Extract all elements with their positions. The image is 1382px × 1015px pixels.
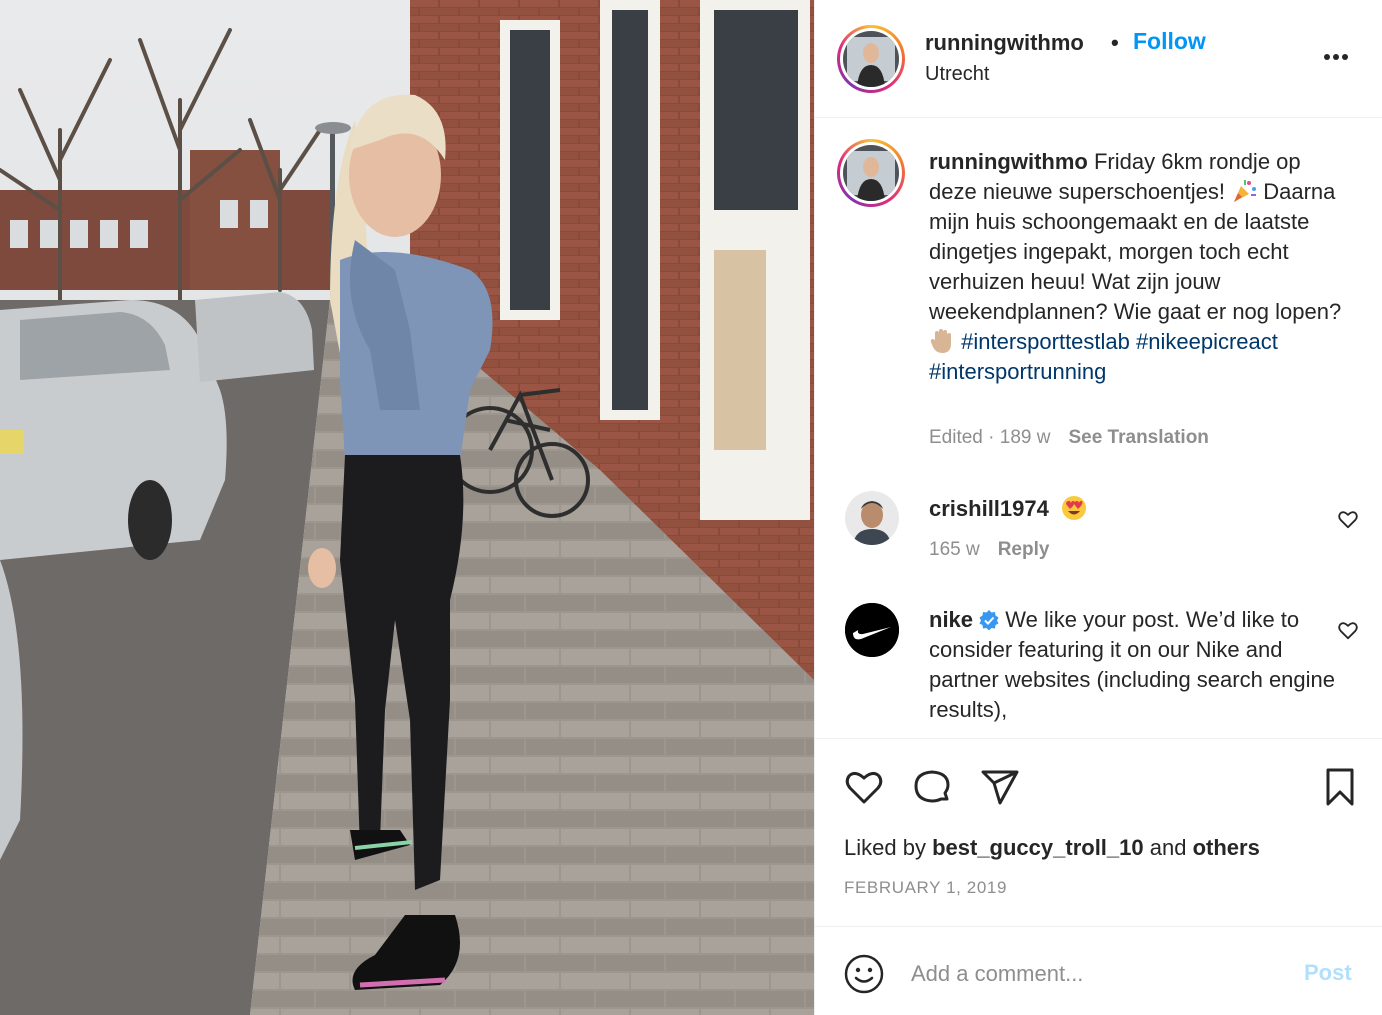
profile-avatar[interactable] (837, 25, 905, 93)
post-actions: Liked by best_guccy_troll_10 and others … (815, 738, 1382, 926)
post-side-panel: runningwithmo • Follow Utrecht runningwi… (814, 0, 1382, 1015)
comment-username[interactable]: crishill1974 (929, 496, 1049, 521)
nike-logo-icon (845, 603, 899, 657)
raised-hand-icon (930, 329, 951, 353)
comment-icon[interactable] (911, 766, 953, 808)
add-comment-bar: Post (815, 926, 1382, 1015)
post-photo[interactable] (0, 0, 814, 1015)
caption-meta: Edited · 189 w See Translation (929, 427, 1209, 449)
emoji-icon[interactable] (843, 953, 885, 995)
header-location[interactable]: Utrecht (925, 63, 989, 86)
see-translation-button[interactable]: See Translation (1068, 427, 1208, 448)
liked-and: and (1149, 835, 1187, 860)
post-photo-illustration (0, 0, 814, 1015)
caption-avatar[interactable] (837, 139, 905, 207)
comment-like-icon[interactable] (1337, 508, 1359, 530)
comment-like-icon[interactable] (1337, 619, 1359, 641)
post-caption: runningwithmo Friday 6km rondje op deze … (929, 147, 1349, 387)
comment-username[interactable]: nike (929, 607, 973, 632)
verified-badge-icon (979, 610, 999, 630)
header-username[interactable]: runningwithmo (925, 30, 1084, 56)
caption-username[interactable]: runningwithmo (929, 149, 1088, 174)
comment-avatar[interactable] (845, 491, 899, 545)
caption-timestamp: Edited · 189 w (929, 427, 1051, 448)
comment-nike: nike We like your post. We’d like to con… (929, 605, 1339, 725)
comment-avatar[interactable] (845, 603, 899, 657)
hashtag-link[interactable]: #intersporttestlab (961, 329, 1130, 354)
comments-list[interactable]: runningwithmo Friday 6km rondje op deze … (815, 119, 1382, 738)
comment-input[interactable] (911, 954, 1281, 994)
avatar-photo (843, 145, 899, 201)
more-icon[interactable] (1321, 42, 1351, 72)
reply-button[interactable]: Reply (998, 539, 1050, 560)
header-separator: • (1111, 30, 1119, 55)
party-popper-icon (1234, 180, 1257, 202)
liked-prefix: Liked by (844, 835, 926, 860)
avatar-photo (845, 491, 899, 545)
save-icon[interactable] (1319, 766, 1361, 808)
avatar-photo (843, 31, 899, 87)
post-comment-button[interactable]: Post (1304, 960, 1352, 986)
hashtag-link[interactable]: #nikeepicreact (1136, 329, 1278, 354)
liked-user-link[interactable]: best_guccy_troll_10 (932, 835, 1144, 860)
comment-timestamp: 165 w (929, 539, 980, 560)
liked-others-link[interactable]: others (1193, 835, 1260, 860)
share-icon[interactable] (979, 766, 1021, 808)
hashtag-link[interactable]: #intersportrunning (929, 359, 1106, 384)
comment-meta: 165 w Reply (929, 539, 1049, 561)
follow-button[interactable]: Follow (1133, 28, 1206, 55)
heart-icon[interactable] (843, 766, 885, 808)
heart-eyes-icon (1062, 496, 1086, 520)
post-date[interactable]: FEBRUARY 1, 2019 (844, 878, 1007, 898)
post-header: runningwithmo • Follow Utrecht (815, 0, 1382, 118)
likes-summary: Liked by best_guccy_troll_10 and others (844, 835, 1260, 861)
comment-crishill1974: crishill1974 (929, 495, 1087, 522)
